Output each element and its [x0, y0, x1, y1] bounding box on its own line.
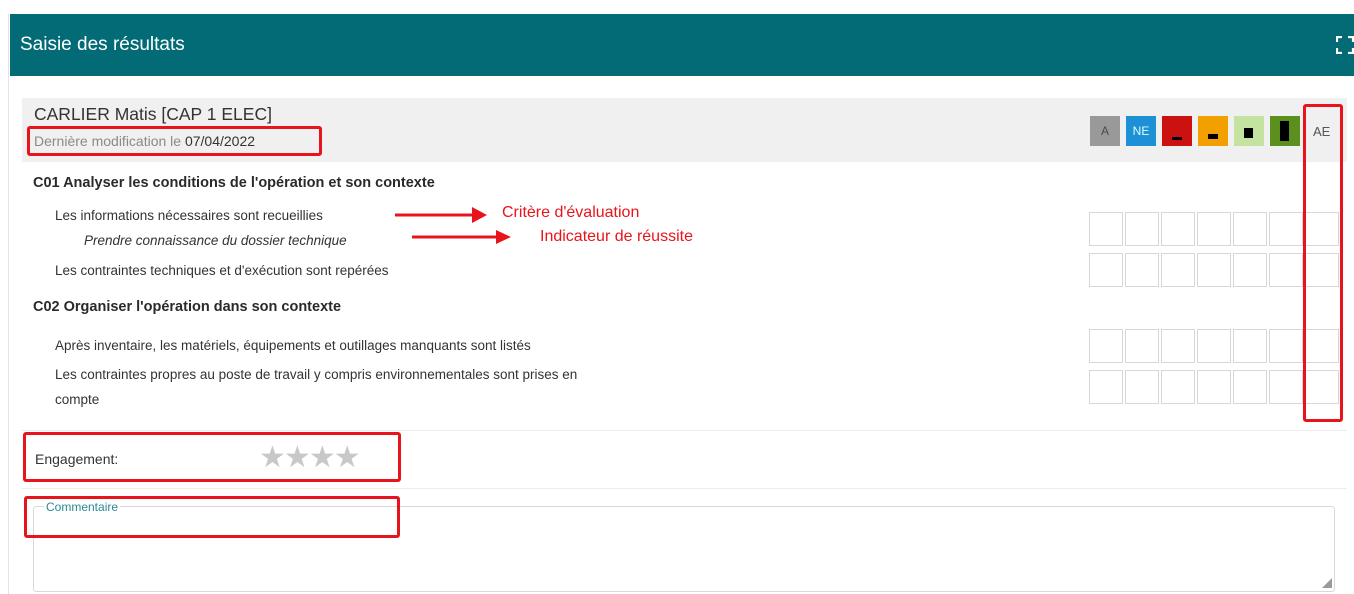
rating-cell[interactable]: [1125, 212, 1159, 246]
student-name: CARLIER Matis [CAP 1 ELEC]: [34, 104, 272, 124]
rating-cell[interactable]: [1233, 329, 1267, 363]
rating-cell[interactable]: [1269, 370, 1303, 404]
rating-cell[interactable]: [1161, 212, 1195, 246]
highlight-comment: [24, 496, 400, 538]
rating-cell[interactable]: [1233, 370, 1267, 404]
panel-header: Saisie des résultats: [10, 14, 1354, 76]
level-ne: NE: [1126, 116, 1156, 146]
highlight-ae-column: [1303, 104, 1343, 422]
rating-cell[interactable]: [1197, 253, 1231, 287]
annotation-arrows: [395, 207, 511, 244]
panel-title: Saisie des résultats: [20, 34, 185, 55]
rating-cell[interactable]: [1233, 212, 1267, 246]
rating-cell[interactable]: [1089, 212, 1123, 246]
indicator-label: Prendre connaissance du dossier techniqu…: [84, 233, 347, 248]
level-bar-high-icon: [1270, 116, 1300, 146]
level-a: A: [1090, 116, 1120, 146]
criterion-label-continued: compte: [55, 392, 100, 407]
rating-cell[interactable]: [1197, 370, 1231, 404]
resize-handle-icon[interactable]: [1322, 578, 1332, 588]
rating-cell[interactable]: [1125, 329, 1159, 363]
annotation-indicator: Indicateur de réussite: [540, 228, 693, 245]
rating-cell[interactable]: [1089, 253, 1123, 287]
level-bar-medium-high-icon: [1234, 116, 1264, 146]
rating-cell[interactable]: [1269, 212, 1303, 246]
rating-cell[interactable]: [1197, 329, 1231, 363]
highlight-engagement: [23, 432, 401, 482]
divider: [22, 488, 1347, 489]
rating-cell[interactable]: [1269, 329, 1303, 363]
level-bar-low-icon: [1162, 116, 1192, 146]
rating-cell[interactable]: [1089, 329, 1123, 363]
rating-cell[interactable]: [1161, 370, 1195, 404]
rating-cell[interactable]: [1089, 370, 1123, 404]
criterion-label: Les contraintes techniques et d'exécutio…: [55, 263, 389, 278]
competence-title: C02 Organiser l'opération dans son conte…: [33, 299, 342, 315]
criterion-label: Après inventaire, les matériels, équipem…: [55, 338, 531, 353]
rating-cell[interactable]: [1161, 253, 1195, 287]
rating-cell[interactable]: [1161, 329, 1195, 363]
criterion-label: Les informations nécessaires sont recuei…: [55, 208, 323, 223]
rating-cell[interactable]: [1233, 253, 1267, 287]
rating-cell[interactable]: [1125, 370, 1159, 404]
fullscreen-icon[interactable]: [1336, 36, 1354, 54]
competence-title: C01 Analyser les conditions de l'opérati…: [33, 175, 435, 191]
divider: [22, 430, 1347, 431]
rating-cell[interactable]: [1269, 253, 1303, 287]
annotation-criterion: Critère d'évaluation: [502, 204, 640, 221]
criterion-label: Les contraintes propres au poste de trav…: [55, 367, 578, 382]
level-bar-medium-low-icon: [1198, 116, 1228, 146]
highlight-last-modified: [27, 126, 322, 156]
rating-cell[interactable]: [1125, 253, 1159, 287]
rating-cell[interactable]: [1197, 212, 1231, 246]
